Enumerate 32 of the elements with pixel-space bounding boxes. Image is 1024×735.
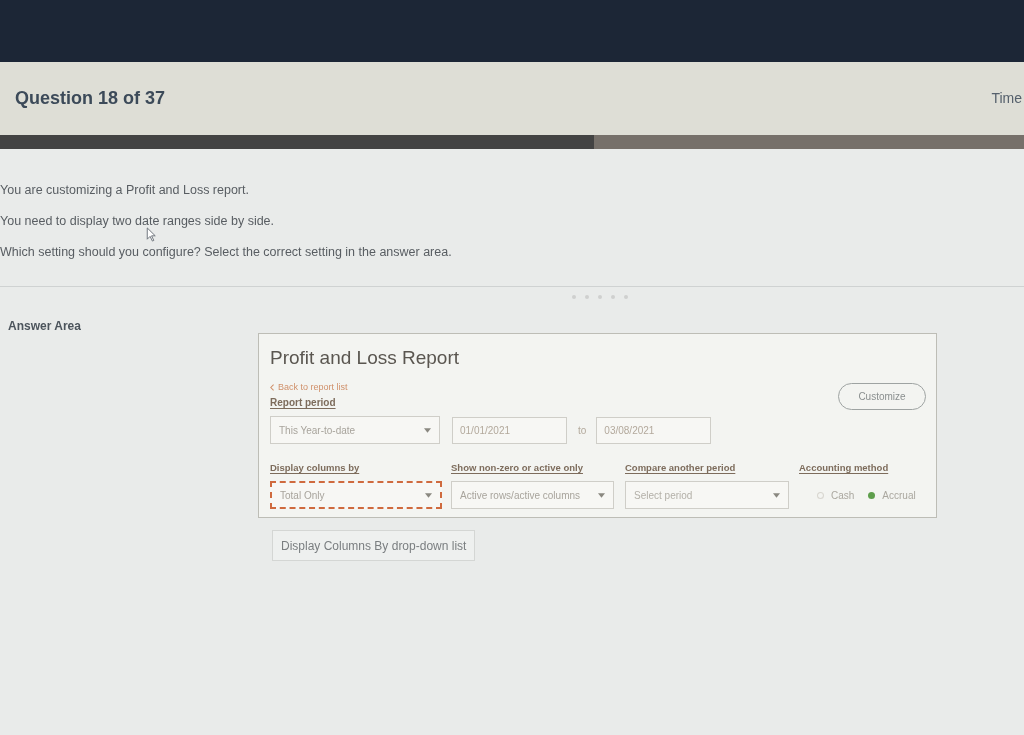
setting-label: Compare another period (625, 461, 736, 475)
setting-label: Display columns by (270, 461, 360, 475)
radio-label: Accrual (882, 488, 916, 503)
answer-choice-button[interactable]: Display Columns By drop-down list (272, 530, 476, 562)
setting-label: Show non-zero or active only (451, 461, 583, 475)
radio-label: Cash (831, 488, 855, 503)
dropdown-field[interactable]: Total Only (270, 481, 442, 510)
answer-area-heading: Answer Area (8, 319, 81, 333)
dropdown-field[interactable]: Select period (625, 481, 789, 510)
caret-icon (773, 492, 780, 498)
radio-button-icon[interactable] (868, 491, 876, 499)
setting-label: Accounting method (799, 461, 889, 475)
dropdown-field[interactable]: This Year-to-date (270, 416, 440, 444)
customize-button[interactable]: Customize (838, 383, 926, 410)
back-link[interactable]: Back to report list (270, 380, 348, 394)
end-date-field[interactable]: 03/08/2021 (596, 416, 712, 444)
caret-icon (598, 492, 605, 498)
chevron-left-icon (270, 383, 274, 391)
question-text: Which setting should you configure? Select the correct setting in the answer area. (0, 244, 452, 261)
question-counter: Question 18 of 37 (15, 87, 166, 110)
question-text: You need to display two date ranges side by side. (0, 213, 275, 230)
start-date-field[interactable]: 01/01/2021 (452, 416, 567, 444)
question-text: You are customizing a Profit and Loss report. (0, 182, 249, 199)
timer-label: Time (991, 89, 1022, 108)
caret-icon (424, 427, 431, 433)
caret-icon (425, 492, 432, 498)
report-title: Profit and Loss Report (270, 346, 460, 370)
dropdown-field[interactable]: Active rows/active columns (451, 481, 614, 510)
report-period-label: Report period (270, 396, 336, 410)
radio-button-icon[interactable] (817, 491, 824, 499)
mouse-pointer-icon (146, 227, 156, 242)
to-label: to (578, 423, 587, 438)
